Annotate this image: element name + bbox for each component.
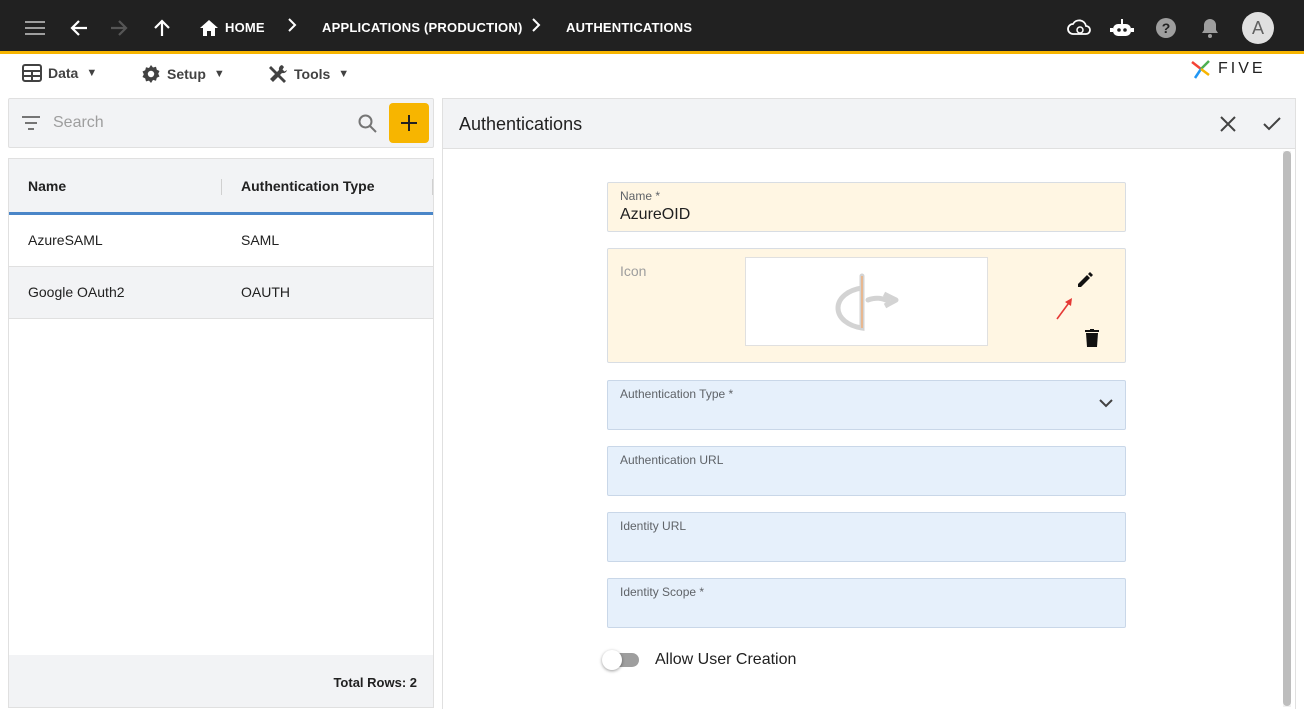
allow-user-creation-label: Allow User Creation bbox=[655, 651, 797, 668]
identity-scope-label: Identity Scope * bbox=[620, 585, 705, 599]
list-row[interactable]: AzureSAML SAML bbox=[9, 215, 433, 267]
search-input[interactable]: Search bbox=[53, 114, 104, 132]
form-scrollbar[interactable] bbox=[1283, 151, 1291, 707]
authentication-url-label: Authentication URL bbox=[620, 453, 724, 467]
menu-data-label: Data bbox=[48, 65, 79, 81]
back-arrow-icon[interactable] bbox=[65, 14, 93, 42]
gear-icon bbox=[142, 65, 160, 83]
five-logo-mark-icon bbox=[1191, 60, 1210, 79]
edit-pencil-icon[interactable] bbox=[1076, 271, 1094, 289]
authentication-type-label: Authentication Type * bbox=[620, 387, 734, 401]
menu-data[interactable]: Data ▼ bbox=[22, 64, 97, 82]
list-row-selected[interactable]: Google OAuth2 OAUTH bbox=[9, 267, 433, 319]
identity-url-label: Identity URL bbox=[620, 519, 687, 533]
add-record-button[interactable] bbox=[389, 103, 429, 143]
avatar[interactable]: A bbox=[1242, 12, 1274, 44]
name-field[interactable]: Name * AzureOID bbox=[607, 182, 1126, 232]
menu-setup-label: Setup bbox=[167, 66, 206, 82]
up-arrow-icon[interactable] bbox=[148, 14, 176, 42]
cloud-sync-icon[interactable] bbox=[1065, 14, 1093, 42]
cell-type: SAML bbox=[241, 232, 280, 248]
icon-field: Icon bbox=[607, 248, 1126, 363]
form-panel: Authentications Name * AzureOID Icon Aut… bbox=[442, 98, 1296, 709]
menu-bar: Data ▼ Setup ▼ Tools ▼ bbox=[0, 57, 1304, 91]
search-bar: Search bbox=[8, 98, 434, 148]
caret-down-icon: ▼ bbox=[86, 67, 98, 79]
icon-field-label: Icon bbox=[620, 263, 647, 279]
chatbot-icon[interactable] bbox=[1108, 14, 1136, 42]
red-arrow-annotation-icon bbox=[1056, 298, 1072, 320]
toggle-knob[interactable] bbox=[602, 650, 622, 670]
name-field-label: Name * bbox=[620, 189, 661, 203]
identity-url-field[interactable]: Identity URL bbox=[607, 512, 1126, 562]
help-icon[interactable]: ? bbox=[1152, 14, 1180, 42]
search-icon[interactable] bbox=[358, 114, 377, 133]
form-header: Authentications bbox=[443, 99, 1295, 149]
chevron-right-icon bbox=[531, 18, 541, 37]
allow-user-creation-row: Allow User Creation bbox=[602, 650, 797, 670]
identity-scope-field[interactable]: Identity Scope * bbox=[607, 578, 1126, 628]
forward-arrow-icon[interactable] bbox=[105, 14, 133, 42]
notification-bell-icon[interactable] bbox=[1196, 14, 1224, 42]
chevron-right-icon bbox=[287, 18, 297, 37]
total-rows: Total Rows: 2 bbox=[333, 675, 417, 690]
record-list: Name Authentication Type AzureSAML SAML … bbox=[8, 158, 434, 708]
svg-text:?: ? bbox=[1162, 20, 1171, 36]
list-footer: Total Rows: 2 bbox=[9, 655, 433, 707]
cell-name: AzureSAML bbox=[28, 232, 103, 248]
menu-setup[interactable]: Setup ▼ bbox=[141, 64, 225, 84]
list-header: Name Authentication Type bbox=[9, 159, 433, 215]
breadcrumb-current: AUTHENTICATIONS bbox=[566, 20, 693, 35]
home-icon[interactable] bbox=[195, 14, 223, 42]
close-icon[interactable] bbox=[1216, 112, 1240, 136]
hamburger-menu-icon[interactable] bbox=[21, 14, 49, 42]
caret-down-icon: ▼ bbox=[338, 68, 350, 80]
caret-down-icon: ▼ bbox=[213, 68, 225, 80]
authentication-url-field[interactable]: Authentication URL bbox=[607, 446, 1126, 496]
name-field-value[interactable]: AzureOID bbox=[620, 206, 690, 224]
tools-icon bbox=[269, 65, 287, 83]
delete-trash-icon[interactable] bbox=[1085, 329, 1099, 347]
chevron-down-icon[interactable] bbox=[1099, 398, 1113, 408]
menu-tools-label: Tools bbox=[294, 66, 331, 82]
column-header-name[interactable]: Name bbox=[28, 178, 66, 194]
plus-icon bbox=[401, 115, 417, 131]
save-check-icon[interactable] bbox=[1260, 112, 1284, 136]
logo-text: FIVE bbox=[1218, 60, 1266, 77]
filter-icon[interactable] bbox=[22, 116, 40, 130]
breadcrumb-home[interactable]: HOME bbox=[225, 20, 265, 35]
cell-name: Google OAuth2 bbox=[28, 284, 125, 300]
five-logo: FIVE bbox=[1190, 58, 1266, 80]
form-title: Authentications bbox=[459, 114, 583, 134]
app-bar: HOME APPLICATIONS (PRODUCTION) AUTHENTIC… bbox=[0, 0, 1304, 54]
allow-user-creation-toggle[interactable] bbox=[602, 650, 639, 670]
authentication-type-select[interactable]: Authentication Type * bbox=[607, 380, 1126, 430]
column-divider[interactable] bbox=[221, 179, 222, 195]
table-icon bbox=[22, 64, 42, 82]
breadcrumb-applications[interactable]: APPLICATIONS (PRODUCTION) bbox=[322, 20, 522, 35]
openid-icon bbox=[834, 273, 898, 331]
column-divider[interactable] bbox=[432, 179, 433, 195]
cell-type: OAUTH bbox=[241, 284, 290, 300]
scrollbar-thumb[interactable] bbox=[1283, 151, 1291, 706]
menu-tools[interactable]: Tools ▼ bbox=[268, 64, 349, 84]
column-header-authentication-type[interactable]: Authentication Type bbox=[241, 178, 375, 194]
icon-preview bbox=[745, 257, 988, 346]
